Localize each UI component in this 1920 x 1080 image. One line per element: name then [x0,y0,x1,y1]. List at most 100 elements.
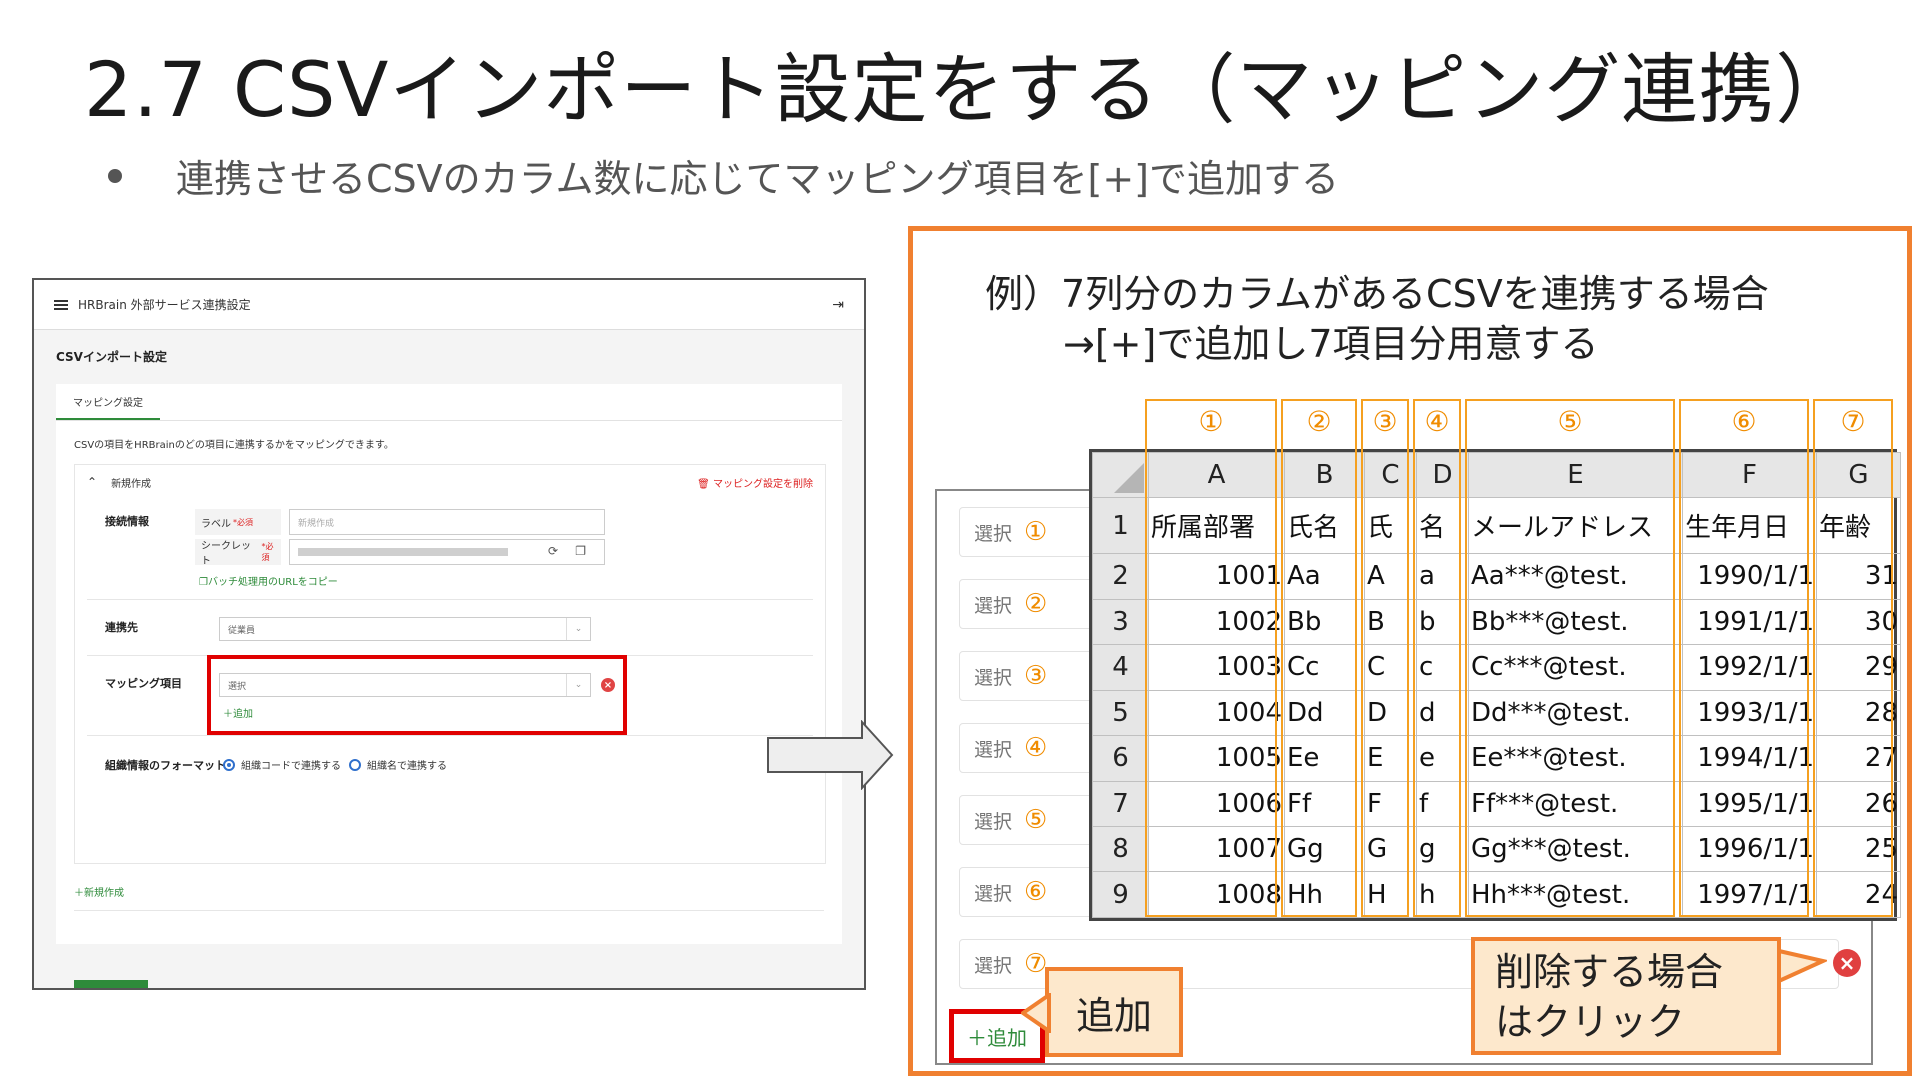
destination-value: 従業員 [228,625,256,636]
refresh-icon[interactable]: ⟳ [548,544,558,558]
app-screenshot: HRBrain 外部サービス連携設定 ⇥ CSVインポート設定 マッピング設定 … [32,278,866,990]
column-number: ⑤ [1557,405,1583,438]
select-number: ⑤ [1024,805,1048,835]
callout-delete: 削除する場合 はクリック [1471,937,1781,1055]
bullet-point: 連携させるCSVのカラム数に応じてマッピング項目を[+]で追加する [108,148,1339,203]
right-arrow-icon [767,720,894,790]
highlight-box [207,655,627,735]
row-number[interactable]: 4 [1092,644,1149,691]
radio-org-code-label: 組織コードで連携する [241,761,341,772]
row-number[interactable]: 3 [1092,598,1149,646]
callout-delete-line-2: はクリック [1495,1000,1686,1044]
slide-title: 2.7 CSVインポート設定をする（マッピング連携） [84,45,1853,134]
row-number[interactable]: 9 [1092,871,1149,918]
label-field-text: ラベル [201,518,231,530]
settings-card: マッピング設定 CSVの項目をHRBrainのどの項目に連携するかをマッピングで… [56,384,842,944]
radio-unselected-icon [349,758,361,771]
select-label: 選択 [974,738,1013,761]
radio-org-code[interactable]: 組織コードで連携する [223,757,341,772]
copy-batch-url-link[interactable]: ❐バッチ処理用のURLをコピー [199,573,338,588]
mapping-select-1[interactable]: 選択 ① [959,507,1099,557]
tab-mapping-settings[interactable]: マッピング設定 [56,384,160,420]
mapping-select-6[interactable]: 選択 ⑥ [959,867,1099,917]
radio-org-name[interactable]: 組織名で連携する [349,757,447,772]
divider [87,599,813,600]
delete-mapping-button[interactable]: 🗑 マッピング設定を削除 [697,475,813,490]
section-title: CSVインポート設定 [56,350,167,364]
required-mark: *必須 [261,542,274,562]
mapping-select-2[interactable]: 選択 ② [959,579,1099,629]
chevron-down-icon: ⌄ [566,618,590,640]
connection-info-label: 接続情報 [105,515,149,528]
copy-icon[interactable]: ❐ [575,544,586,558]
org-format-label: 組織情報のフォーマット [105,759,226,772]
column-number: ⑥ [1731,405,1757,438]
column-outline [1465,399,1675,917]
label-input[interactable]: 新規作成 [289,509,605,535]
mapping-group: ⌃ 新規作成 🗑 マッピング設定を削除 接続情報 ラベル *必須 新規作成 シーク… [74,464,826,864]
row-number[interactable]: 6 [1092,735,1149,782]
select-label: 選択 [974,954,1013,977]
mapping-group-header: ⌃ 新規作成 🗑 マッピング設定を削除 [75,465,825,499]
select-label: 選択 [974,522,1013,545]
column-number: ③ [1372,405,1398,438]
group-title: 新規作成 [111,478,152,490]
destination-select[interactable]: 従業員 ⌄ [219,617,591,641]
logout-icon[interactable]: ⇥ [832,297,844,313]
select-number: ③ [1024,661,1048,691]
callout-pointer [1777,948,1827,985]
mapping-select-3[interactable]: 選択 ③ [959,651,1099,701]
callout-pointer [1021,993,1051,1033]
secret-field-label: シークレット *必須 [195,539,281,567]
callout-add: 追加 [1045,967,1183,1057]
save-button[interactable]: 保存 [74,980,148,988]
select-number: ⑥ [1024,877,1048,907]
column-number: ② [1306,405,1332,438]
column-number: ④ [1424,405,1450,438]
column-outline [1361,399,1409,917]
copy-link-label: バッチ処理用のURLをコピー [207,577,338,588]
delete-mapping-label: マッピング設定を削除 [713,478,813,490]
destination-label: 連携先 [105,621,138,634]
remove-mapping-icon[interactable]: × [1833,949,1861,977]
hamburger-menu-icon[interactable] [54,299,68,310]
example-line-1: 例）7列分のカラムがあるCSVを連携する場合 [985,272,1769,316]
select-label: 選択 [974,594,1013,617]
mapping-select-4[interactable]: 選択 ④ [959,723,1099,773]
select-number: ⑦ [1024,949,1048,979]
radio-selected-icon [223,758,235,771]
row-number[interactable]: 2 [1092,553,1149,600]
secret-masked-value [298,548,508,556]
chevron-up-icon[interactable]: ⌃ [87,475,97,489]
row-number[interactable]: 5 [1092,689,1149,737]
app-header: HRBrain 外部サービス連携設定 ⇥ [34,280,864,330]
select-all-corner[interactable] [1092,451,1149,499]
divider [74,910,824,911]
secret-input[interactable]: ⟳ ❐ [289,539,605,565]
column-outline [1413,399,1461,917]
example-panel: 例）7列分のカラムがあるCSVを連携する場合 →[+]で追加し7項目分用意する … [908,226,1912,1076]
column-number: ⑦ [1840,405,1866,438]
mapping-item-label: マッピング項目 [105,677,182,690]
row-number[interactable]: 7 [1092,780,1149,828]
row-number[interactable]: 8 [1092,826,1149,873]
callout-delete-line-1: 削除する場合 [1495,950,1724,994]
secret-field-text: シークレット [201,541,251,567]
column-outline [1679,399,1809,917]
select-number: ④ [1024,733,1048,763]
copy-link-icon: ❐ [199,577,208,588]
bullet-text: 連携させるCSVのカラム数に応じてマッピング項目を[+]で追加する [176,157,1340,201]
row-number[interactable]: 1 [1092,497,1149,555]
column-number: ① [1198,405,1224,438]
new-create-button[interactable]: ＋新規作成 [74,884,124,899]
example-line-2: →[+]で追加し7項目分用意する [1063,322,1599,366]
app-header-title: HRBrain 外部サービス連携設定 [78,298,251,312]
mapping-select-5[interactable]: 選択 ⑤ [959,795,1099,845]
select-number: ① [1024,517,1048,547]
select-label: 選択 [974,666,1013,689]
bullet-dot-icon [108,168,122,183]
required-mark: *必須 [233,517,253,527]
select-label: 選択 [974,810,1013,833]
description-text: CSVの項目をHRBrainのどの項目に連携するかをマッピングできます。 [74,440,394,451]
select-label: 選択 [974,882,1013,905]
